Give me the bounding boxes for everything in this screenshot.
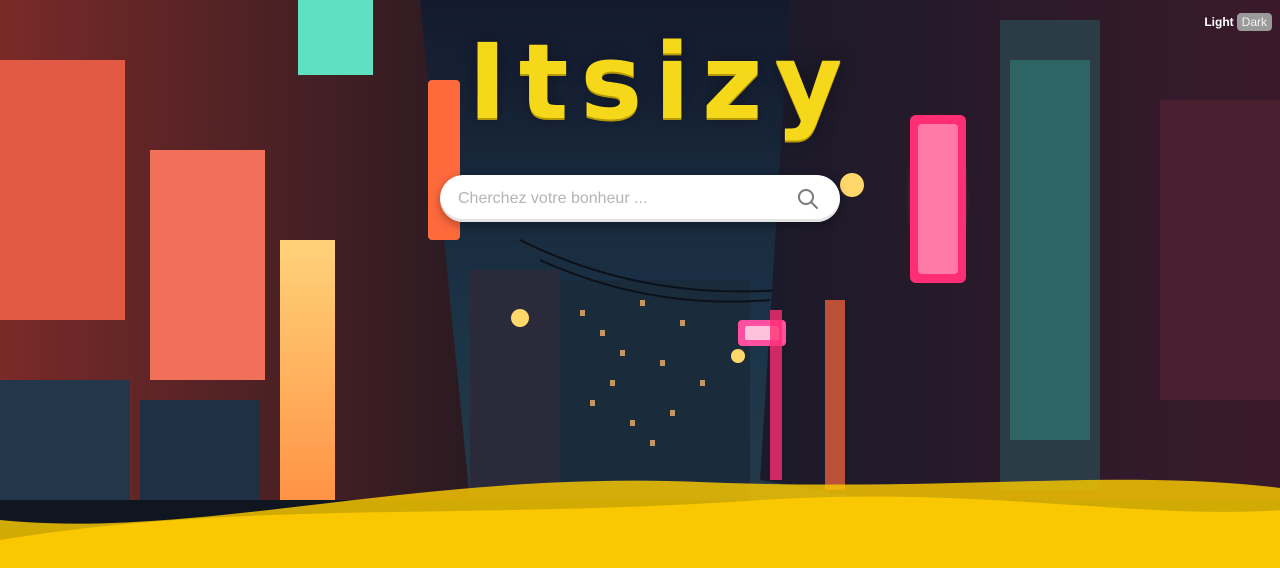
brand-logo: Itsizy <box>468 21 855 143</box>
search-bar <box>440 175 840 222</box>
page: Itsizy Light Dark <box>0 0 1280 568</box>
theme-light-option[interactable]: Light <box>1201 15 1236 29</box>
search-icon[interactable] <box>796 187 820 211</box>
theme-toggle: Light Dark <box>1201 12 1272 32</box>
search-input[interactable] <box>458 175 778 222</box>
theme-dark-option[interactable]: Dark <box>1236 13 1272 31</box>
